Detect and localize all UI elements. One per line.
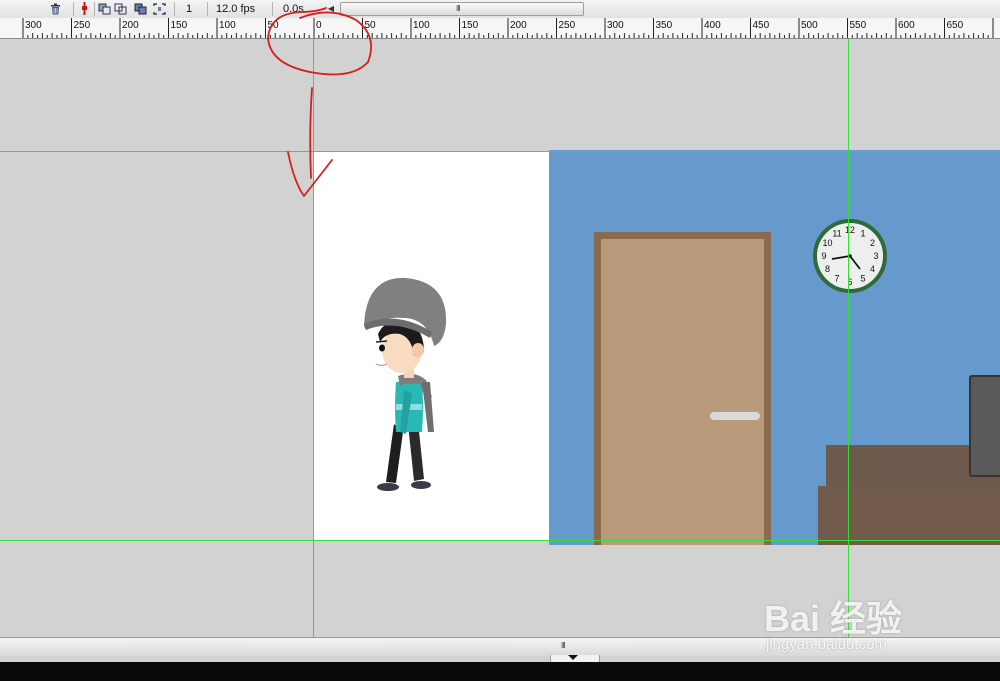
clock-numeral: 9 <box>821 251 826 261</box>
ruler-label: 400 <box>704 20 721 31</box>
horizontal-guide-bottom[interactable] <box>0 540 1000 541</box>
watermark-logo: Bai 经验 <box>764 598 903 639</box>
timeline-toolbar: 1 12.0 fps 0.0s ◀ III <box>0 0 1000 19</box>
bottom-panel-edge <box>0 662 1000 681</box>
computer-monitor <box>969 375 1000 477</box>
clock-numeral: 12 <box>845 225 855 235</box>
ruler-ticks: 300 250 200 150 100 50 0 50 100 150 200 250 300 350 40… <box>22 18 994 38</box>
scrollbar-grip: III <box>456 4 461 13</box>
ruler-label: 200 <box>122 20 139 31</box>
ruler-label: 550 <box>850 20 867 31</box>
clock-numeral: 11 <box>832 228 841 238</box>
door-handle <box>710 412 760 420</box>
ruler-label: 450 <box>753 20 770 31</box>
ruler-label: 100 <box>413 20 430 31</box>
horizontal-ruler: 300 250 200 150 100 50 0 50 100 150 200 250 300 350 40… <box>0 18 1000 39</box>
door-panel <box>601 239 764 545</box>
ruler-label: 300 <box>607 20 624 31</box>
clock-numeral: 8 <box>825 264 830 274</box>
current-frame: 1 <box>186 3 193 15</box>
clock-numeral: 4 <box>870 264 875 274</box>
ruler-label: 300 <box>25 20 42 31</box>
wall-clock: 12 1234567891011 <box>813 219 887 293</box>
elapsed-time: 0.0s <box>283 3 304 15</box>
ruler-label: 150 <box>462 20 479 31</box>
ruler-label: 500 <box>801 20 818 31</box>
ruler-label: 50 <box>268 20 280 31</box>
onion-skin-outlines-icon[interactable] <box>114 2 127 15</box>
clock-numeral: 2 <box>870 238 875 248</box>
ruler-label: 250 <box>74 20 91 31</box>
clock-numeral: 5 <box>860 274 865 284</box>
frame-rate[interactable]: 12.0 fps <box>216 2 255 16</box>
ruler-label: 650 <box>947 20 964 31</box>
scrollbar-grip: III <box>561 641 566 650</box>
modify-markers-icon[interactable] <box>153 2 166 15</box>
clock-numeral: 3 <box>873 251 878 261</box>
onion-skin-marker-icon[interactable] <box>78 2 91 15</box>
baidu-jingyan-watermark: Bai 经验 jingyan.baidu.com <box>764 572 1000 662</box>
ruler-label: 50 <box>365 20 377 31</box>
clock-numeral: 7 <box>834 274 839 284</box>
trash-icon[interactable] <box>49 2 62 15</box>
ruler-label: 100 <box>219 20 236 31</box>
edit-multiple-frames-icon[interactable] <box>134 2 147 15</box>
watermark-url: jingyan.baidu.com <box>766 636 887 653</box>
timeline-scrollbar[interactable]: III <box>340 2 584 16</box>
clock-numeral: 10 <box>822 238 832 248</box>
ruler-label: 200 <box>510 20 527 31</box>
ruler-label: 600 <box>898 20 915 31</box>
boy-character[interactable] <box>356 272 452 498</box>
vertical-guide-left[interactable] <box>313 39 314 637</box>
onion-skin-icon[interactable] <box>98 2 111 15</box>
vertical-guide-right[interactable] <box>848 39 849 637</box>
horizontal-guide-top[interactable] <box>0 151 1000 152</box>
room-background[interactable]: 12 1 2 3 4 5 6 7 8 9 10 11 <box>549 150 1000 545</box>
desk <box>818 486 1000 545</box>
ruler-label: 350 <box>656 20 673 31</box>
scroll-left-arrow-icon[interactable]: ◀ <box>326 3 336 15</box>
ruler-label: 150 <box>171 20 188 31</box>
door <box>594 232 771 545</box>
clock-numeral: 1 <box>860 228 865 238</box>
ruler-label: 250 <box>559 20 576 31</box>
ruler-label: 0 <box>316 20 322 31</box>
chevron-down-icon[interactable] <box>568 655 578 660</box>
